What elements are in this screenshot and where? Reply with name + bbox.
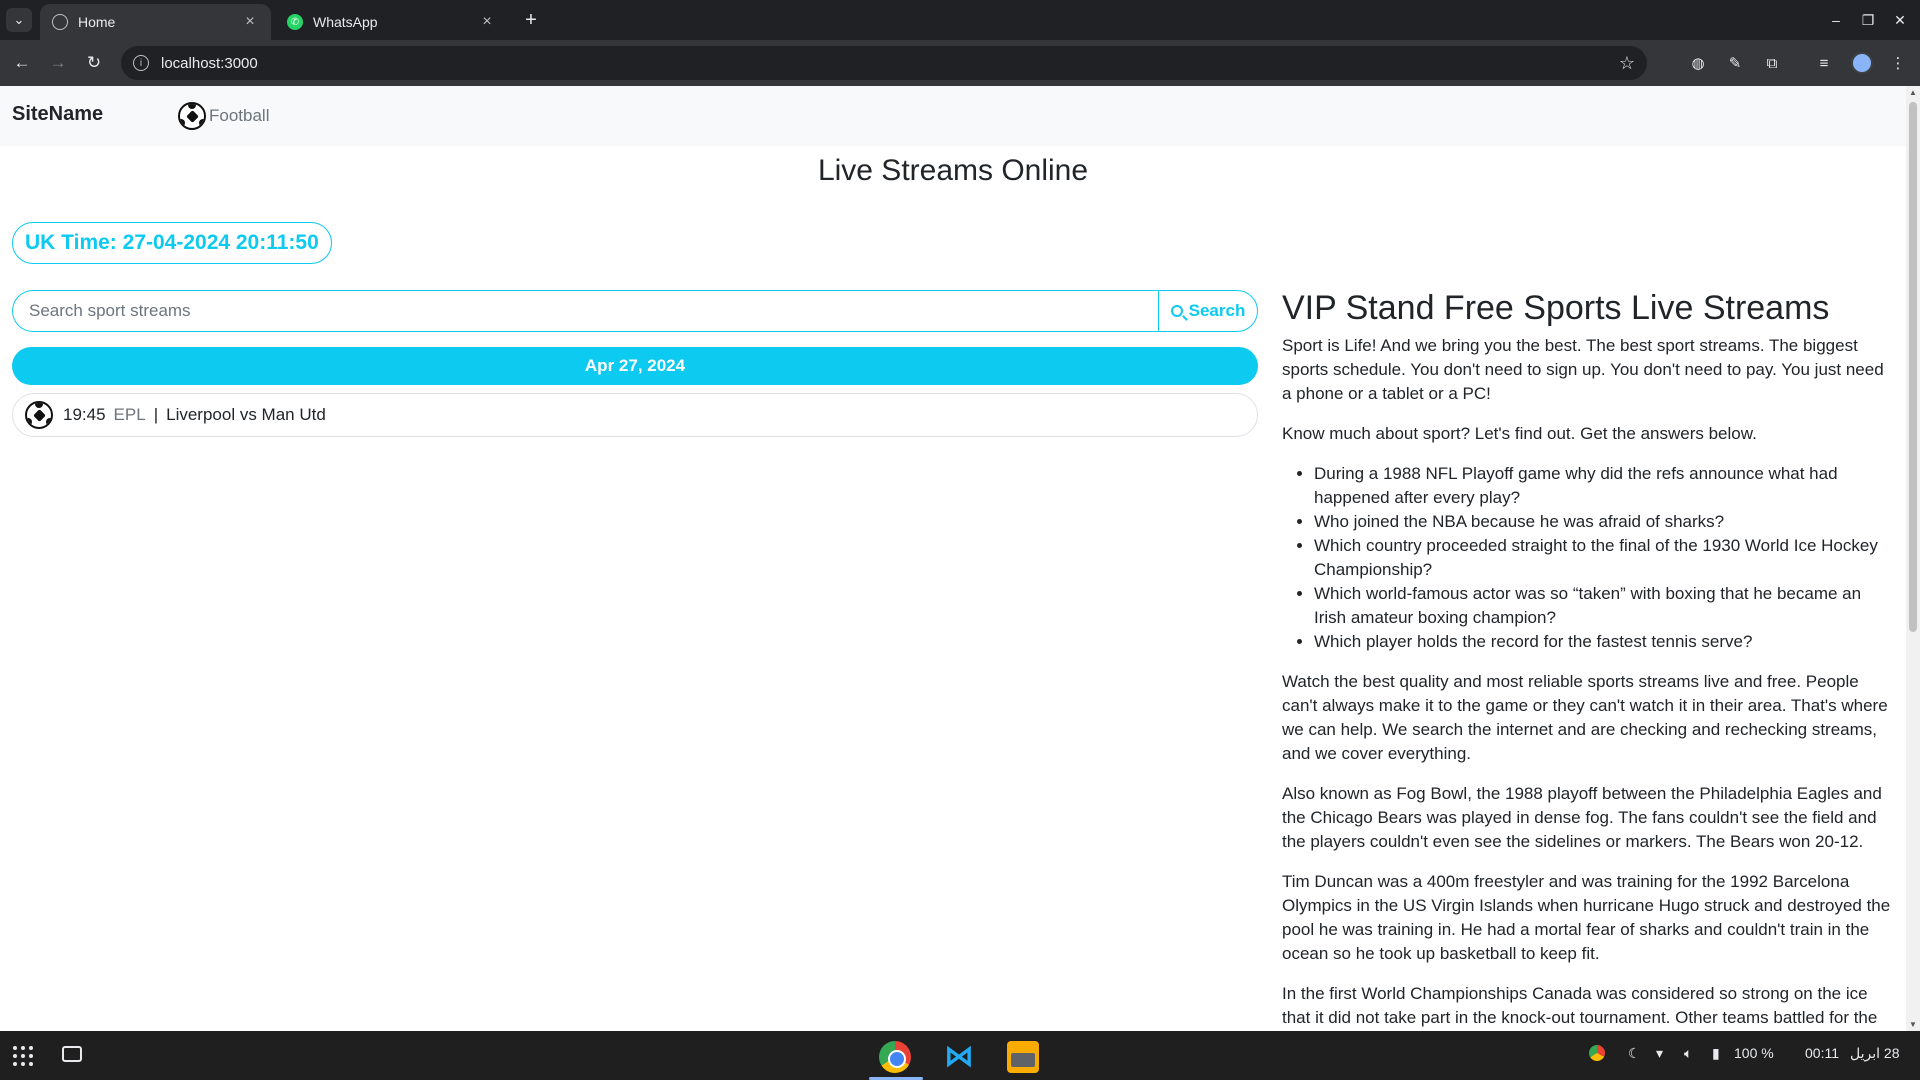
menu-kebab-icon[interactable]: ⋮ <box>1886 51 1910 75</box>
profile-avatar[interactable] <box>1851 52 1873 74</box>
moon-icon[interactable]: ☾ <box>1628 1045 1641 1062</box>
tab-whatsapp[interactable]: ✆ WhatsApp × <box>275 4 508 40</box>
whatsapp-icon: ✆ <box>287 14 303 30</box>
launcher-icon[interactable] <box>13 1046 33 1066</box>
new-tab-button[interactable]: + <box>519 8 543 32</box>
tab-search-button[interactable]: ⌄ <box>6 8 32 32</box>
browser-tab-bar: ⌄ Home × ✆ WhatsApp × + – ❐ ✕ <box>0 0 1920 40</box>
os-taskbar: ⋈ ☾ ▾ 🔈︎ ▮ 100 % 00:11 28 ابریل <box>0 1031 1920 1080</box>
search-button[interactable]: Search <box>1158 290 1258 332</box>
event-time: 19:45 <box>63 405 106 424</box>
battery-icon[interactable]: ▮ <box>1712 1045 1720 1062</box>
chrome-icon[interactable] <box>879 1041 911 1073</box>
event-match: Liverpool vs Man Utd <box>166 405 326 424</box>
event-separator: | <box>153 405 159 424</box>
article-paragraph: Watch the best quality and most reliable… <box>1282 672 1888 763</box>
scrollbar-thumb[interactable] <box>1909 102 1917 632</box>
search-icon <box>1170 305 1183 317</box>
wifi-icon[interactable]: ▾ <box>1656 1045 1663 1062</box>
tab-title: Home <box>78 14 116 30</box>
reload-icon[interactable]: ↻ <box>82 51 106 75</box>
site-brand[interactable]: SiteName <box>12 103 103 126</box>
tab-title: WhatsApp <box>313 14 378 30</box>
url-text: localhost:3000 <box>161 54 258 72</box>
translate-icon[interactable]: ◍ <box>1686 51 1710 75</box>
page-viewport: SiteName Football Live Streams Online UK… <box>0 86 1920 1031</box>
info-article: VIP Stand Free Sports Live Streams Sport… <box>1282 288 1894 1031</box>
files-icon[interactable] <box>1007 1041 1039 1073</box>
minimize-icon[interactable]: – <box>1824 8 1848 32</box>
article-heading: VIP Stand Free Sports Live Streams <box>1282 289 1830 327</box>
list-item: Which world-famous actor was so “taken” … <box>1314 582 1894 630</box>
nav-link-football[interactable]: Football <box>178 102 269 130</box>
tray-chrome-icon[interactable] <box>1589 1045 1605 1061</box>
list-item: Who joined the NBA because he was afraid… <box>1314 510 1894 534</box>
article-paragraph: Tim Duncan was a 400m freestyler and was… <box>1282 872 1891 963</box>
date-header: Apr 27, 2024 <box>12 347 1258 385</box>
star-icon[interactable]: ☆ <box>1619 53 1635 74</box>
overview-icon[interactable] <box>62 1046 82 1062</box>
article-intro: Sport is Life! And we bring you the best… <box>1282 336 1884 403</box>
address-bar[interactable]: i localhost:3000 ☆ <box>121 46 1647 80</box>
volume-icon[interactable]: 🔈︎ <box>1684 1045 1692 1062</box>
quiz-list: During a 1988 NFL Playoff game why did t… <box>1314 462 1894 654</box>
search-input[interactable] <box>12 290 1158 332</box>
list-item: Which player holds the record for the fa… <box>1314 630 1894 654</box>
page-scrollbar[interactable]: ▲ ▼ <box>1906 86 1920 1031</box>
article-paragraph: Also known as Fog Bowl, the 1988 playoff… <box>1282 784 1882 851</box>
list-item: During a 1988 NFL Playoff game why did t… <box>1314 462 1894 510</box>
globe-icon <box>52 14 68 30</box>
list-item: Which country proceeded straight to the … <box>1314 534 1894 582</box>
close-icon[interactable]: × <box>241 13 259 31</box>
extensions-icon[interactable]: ⧉ <box>1760 51 1784 75</box>
quiz-intro: Know much about sport? Let's find out. G… <box>1282 424 1757 443</box>
browser-toolbar: ← → ↻ i localhost:3000 ☆ ◍ ✎ ⧉ ≡ ⋮ <box>0 40 1920 86</box>
close-window-icon[interactable]: ✕ <box>1888 8 1912 32</box>
clock-time[interactable]: 00:11 <box>1805 1045 1839 1061</box>
event-league: EPL <box>113 405 146 424</box>
back-icon[interactable]: ← <box>10 51 34 75</box>
close-icon[interactable]: × <box>478 13 496 31</box>
search-button-label: Search <box>1188 301 1246 320</box>
scroll-up-icon[interactable]: ▲ <box>1909 88 1917 97</box>
forward-icon[interactable]: → <box>46 51 70 75</box>
uk-time-badge: UK Time: 27-04-2024 20:11:50 <box>12 222 332 264</box>
nav-link-label: Football <box>209 106 270 125</box>
soccer-ball-icon <box>25 401 53 429</box>
eyedropper-icon[interactable]: ✎ <box>1723 51 1747 75</box>
event-row[interactable]: 19:45 EPL | Liverpool vs Man Utd <box>12 393 1258 437</box>
page-title: Live Streams Online <box>817 154 1089 187</box>
search-form: Search <box>12 290 1258 332</box>
restore-icon[interactable]: ❐ <box>1856 8 1880 32</box>
site-navbar: SiteName Football <box>0 86 1906 146</box>
scroll-down-icon[interactable]: ▼ <box>1909 1020 1917 1029</box>
tab-home[interactable]: Home × <box>40 4 271 40</box>
article-paragraph: In the first World Championships Canada … <box>1282 984 1878 1027</box>
soccer-ball-icon <box>178 102 206 130</box>
media-queue-icon[interactable]: ≡ <box>1812 51 1836 75</box>
vscode-icon[interactable]: ⋈ <box>943 1041 975 1073</box>
battery-level: 100 % <box>1734 1045 1774 1061</box>
site-info-icon[interactable]: i <box>133 55 149 71</box>
clock-date[interactable]: 28 ابریل <box>1850 1045 1899 1062</box>
